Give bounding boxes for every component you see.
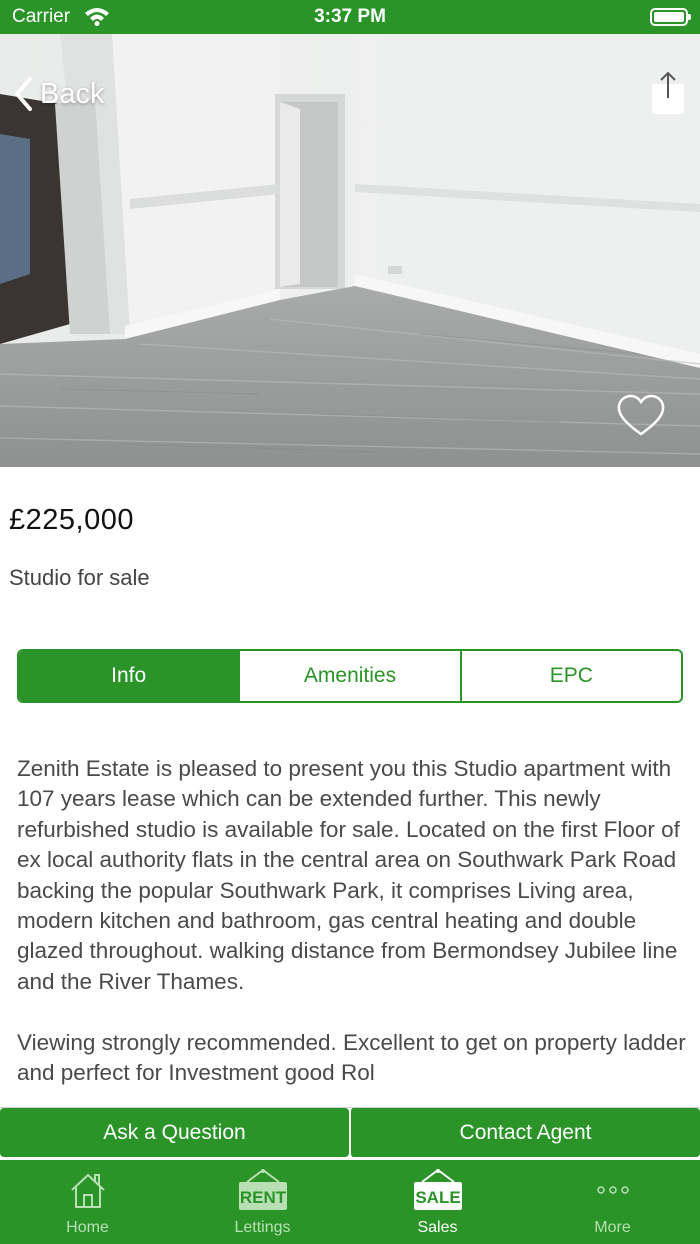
back-label: Back — [40, 77, 105, 110]
property-photo[interactable]: Back — [0, 34, 700, 467]
tabbar-item-sales[interactable]: SALE Sales — [350, 1160, 525, 1244]
share-button[interactable] — [650, 70, 686, 116]
tab-amenities[interactable]: Amenities — [238, 651, 460, 701]
tabbar-item-more[interactable]: More — [525, 1160, 700, 1244]
contact-agent-button[interactable]: Contact Agent — [349, 1108, 700, 1157]
chevron-left-icon — [15, 77, 32, 111]
property-description: Zenith Estate is pleased to present you … — [17, 754, 687, 1104]
heart-outline-icon — [617, 394, 665, 436]
listing-price: £225,000 — [9, 504, 134, 536]
tabbar-label: Home — [66, 1219, 109, 1236]
tab-info[interactable]: Info — [19, 651, 239, 701]
status-bar: Carrier 3:37 PM — [0, 0, 700, 34]
sale-sign-text: SALE — [415, 1188, 460, 1207]
tabbar-label: Lettings — [234, 1219, 291, 1236]
back-button[interactable]: Back — [12, 74, 104, 114]
battery-icon — [650, 8, 691, 26]
rent-sign-text: RENT — [239, 1188, 286, 1207]
action-bar: Ask a Question Contact Agent — [0, 1107, 700, 1157]
tabbar-label: Sales — [417, 1219, 458, 1236]
favorite-button[interactable] — [616, 394, 666, 438]
description-paragraph: Viewing strongly recommended. Excellent … — [17, 1029, 686, 1086]
room-photo-image — [0, 34, 700, 467]
description-paragraph: Zenith Estate is pleased to present you … — [17, 756, 680, 994]
tabbar-item-lettings[interactable]: RENT Lettings — [175, 1160, 350, 1244]
house-icon — [60, 1168, 116, 1212]
tabbar-item-home[interactable]: Home — [0, 1160, 175, 1244]
bottom-tab-bar: Home RENT Lettings SALE Sales More — [0, 1160, 700, 1244]
tabbar-label: More — [594, 1219, 631, 1236]
property-type: Studio for sale — [9, 565, 150, 590]
tab-epc[interactable]: EPC — [459, 651, 681, 701]
sale-sign-icon: SALE — [410, 1168, 466, 1212]
detail-tabs: Info Amenities EPC — [17, 649, 683, 703]
rent-sign-icon: RENT — [235, 1168, 291, 1212]
ellipsis-icon — [585, 1168, 641, 1212]
ask-question-button[interactable]: Ask a Question — [0, 1108, 349, 1157]
status-time: 3:37 PM — [314, 6, 386, 27]
share-icon — [652, 71, 684, 114]
